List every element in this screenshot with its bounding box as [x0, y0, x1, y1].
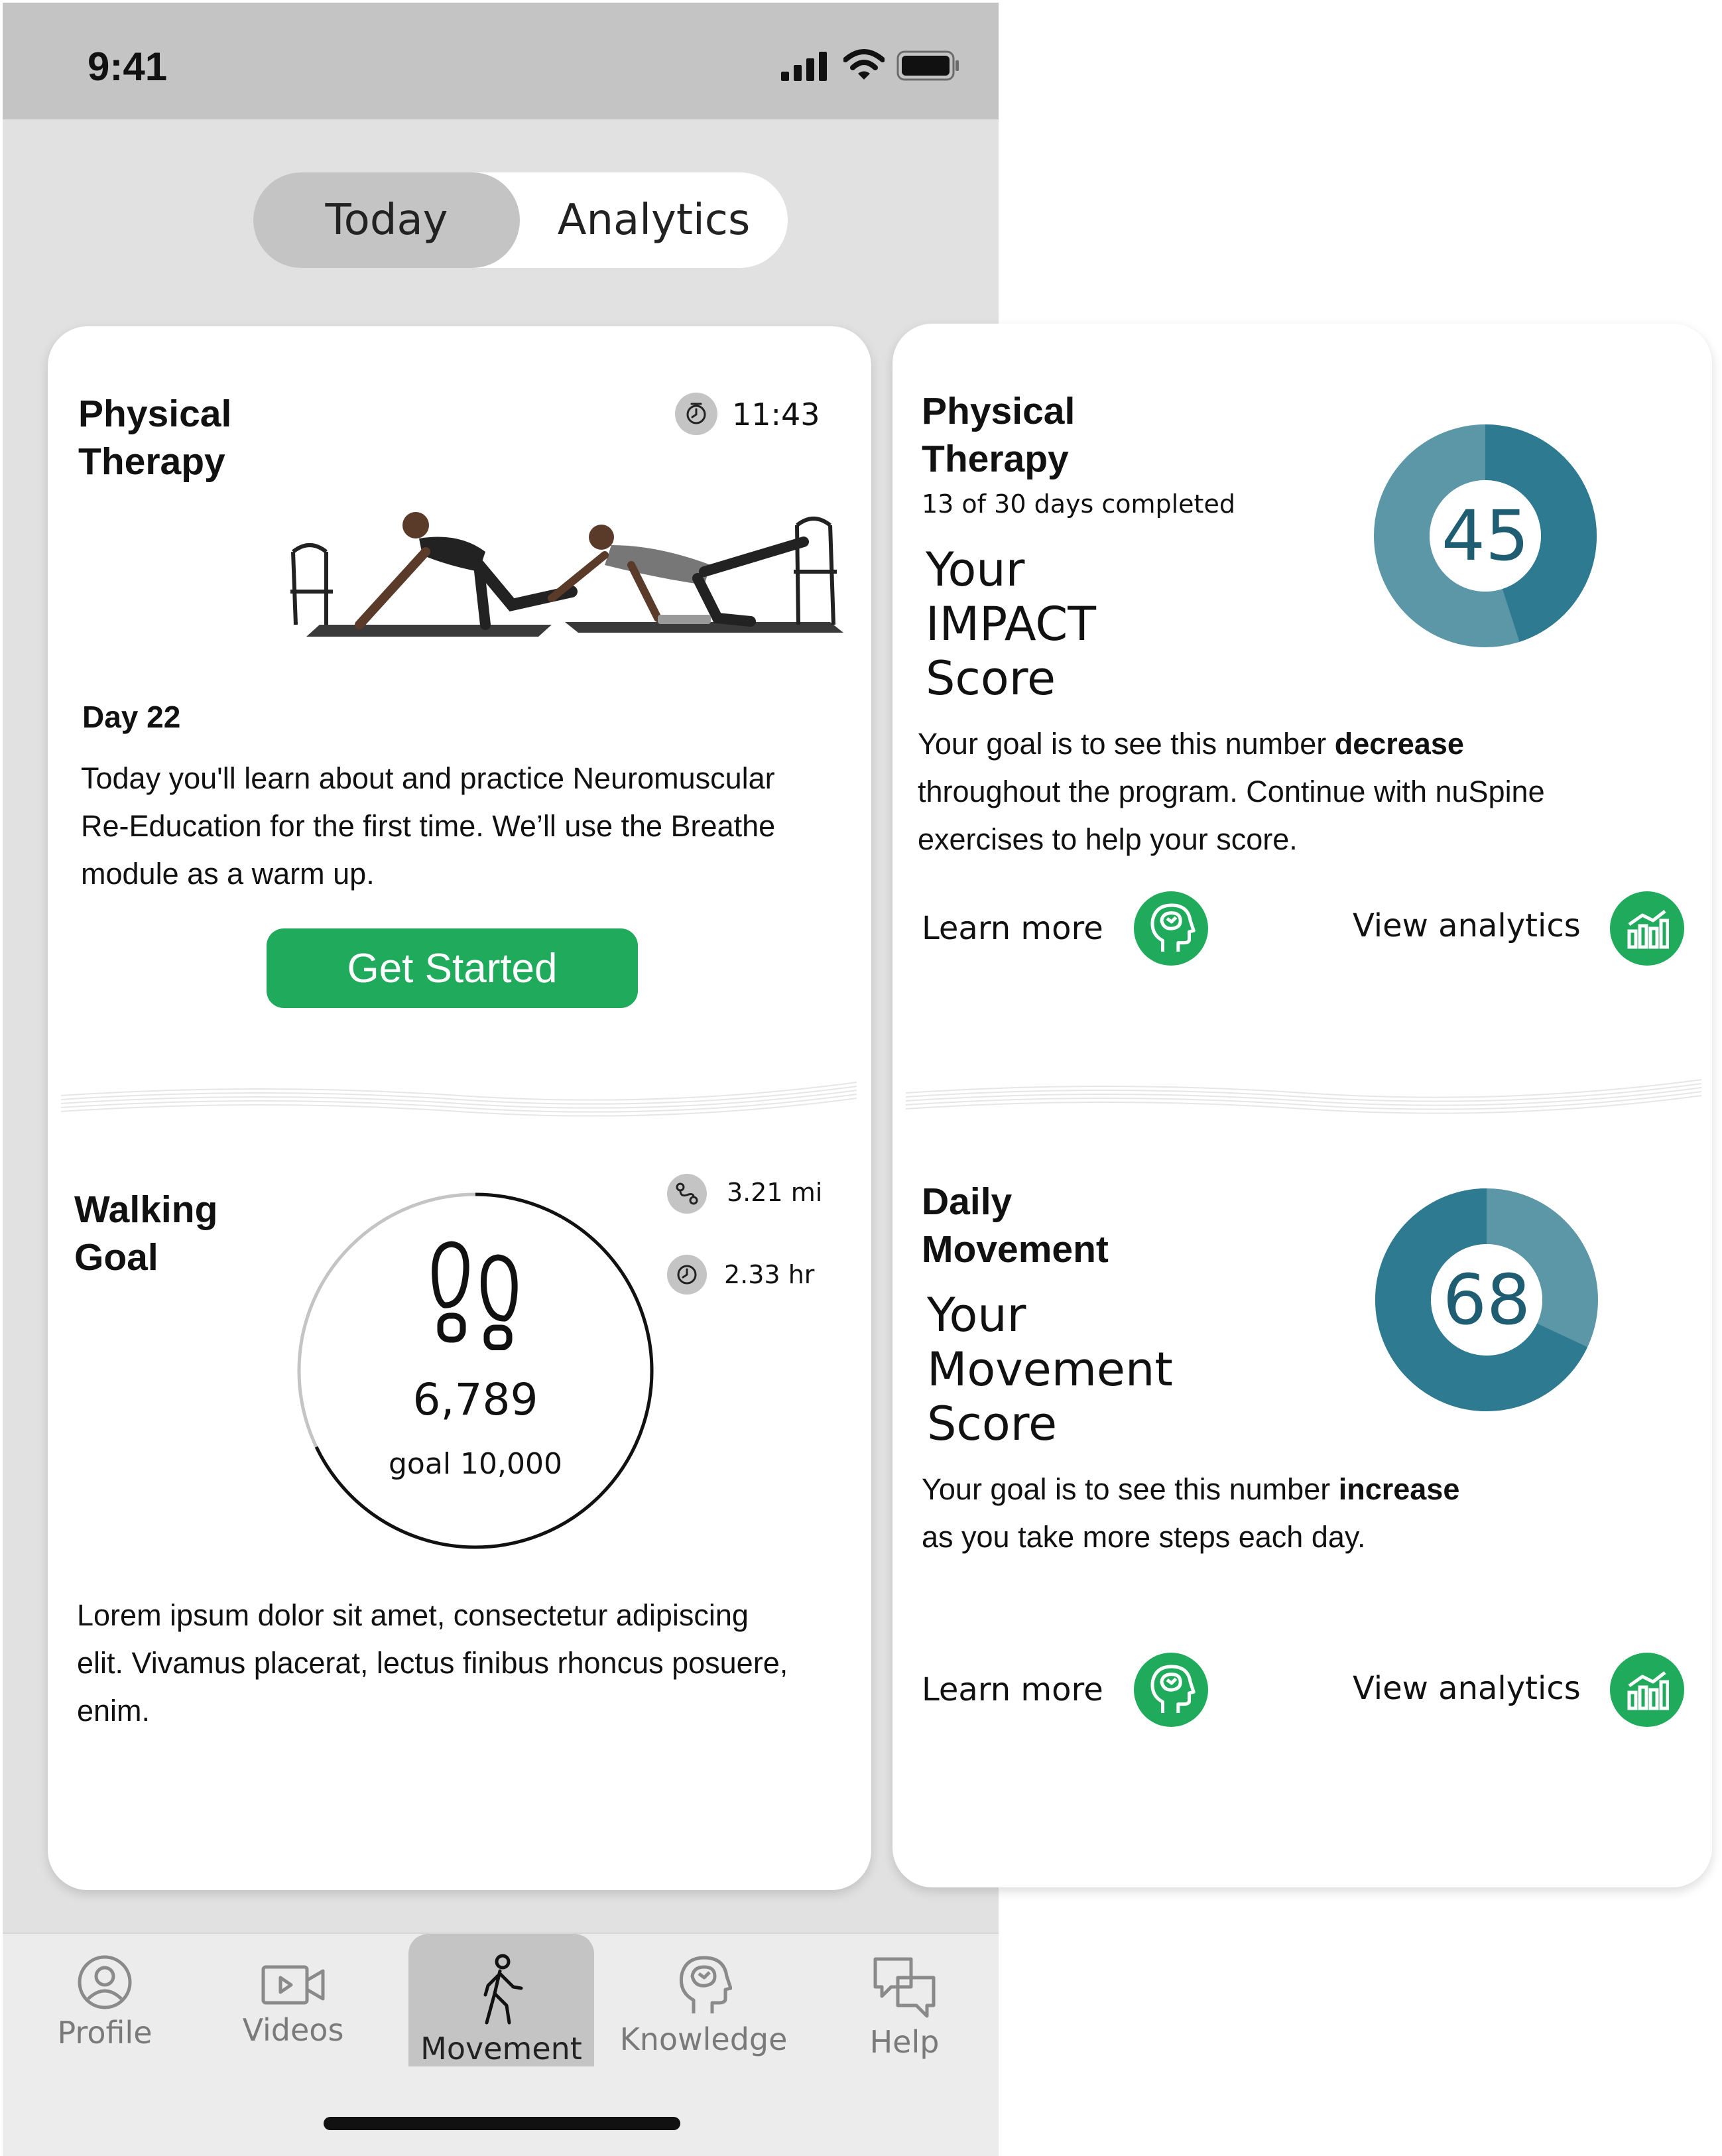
walking-title: Walking Goal — [74, 1186, 217, 1281]
impact-description-line3: exercises to help your score. — [918, 822, 1298, 856]
route-icon — [667, 1174, 707, 1214]
impact-learn-more-icon[interactable] — [1134, 891, 1208, 966]
impact-view-analytics-link[interactable]: View analytics — [1353, 907, 1581, 944]
day-label: Day 22 — [82, 700, 181, 734]
status-time: 9:41 — [88, 44, 168, 89]
tab-help[interactable]: Help — [825, 1934, 984, 2066]
movement-score-value: 68 — [1442, 1259, 1531, 1340]
analytics-card: Physical Therapy 13 of 30 days completed… — [892, 324, 1712, 1887]
today-card: Physical Therapy 11:43 Day 22 Today you'… — [48, 326, 871, 1890]
tab-videos-label: Videos — [242, 2012, 344, 2048]
impact-description-line1-text: Your goal is to see this number — [918, 727, 1335, 761]
movement-description: Your goal is to see this number increase… — [922, 1466, 1704, 1561]
tab-movement-label: Movement — [420, 2031, 582, 2066]
movement-description-line2: as you take more steps each day. — [922, 1520, 1366, 1554]
tab-analytics[interactable]: Analytics — [520, 172, 788, 268]
impact-description: Your goal is to see this number decrease… — [918, 720, 1700, 863]
wifi-icon — [843, 49, 885, 80]
movement-title-line2: Movement — [922, 1228, 1109, 1271]
signal-icon — [781, 52, 827, 81]
status-bar: 9:41 — [3, 3, 999, 119]
walking-distance: 3.21 mi — [727, 1178, 823, 1207]
tab-knowledge-label: Knowledge — [619, 2021, 788, 2057]
step-goal: goal 10,000 — [389, 1447, 562, 1481]
tab-profile-label: Profile — [57, 2015, 153, 2051]
impact-title-line2: Therapy — [922, 438, 1069, 480]
pt-description: Today you'll learn about and practice Ne… — [81, 755, 863, 898]
pt-title: Physical Therapy — [78, 390, 231, 485]
impact-description-line2: throughout the program. Continue with nu… — [918, 775, 1545, 808]
pt-title-line2: Therapy — [78, 440, 225, 483]
walking-duration: 2.33 hr — [724, 1260, 815, 1289]
walking-title-line1: Walking — [74, 1188, 218, 1231]
movement-description-line1-text: Your goal is to see this number — [922, 1472, 1339, 1506]
movement-description-line1: Your goal is to see this number increase — [922, 1466, 1704, 1513]
walking-description-line2: elit. Vivamus placerat, lectus finibus r… — [77, 1646, 788, 1680]
wave-divider — [61, 1082, 857, 1117]
days-completed: 13 of 30 days completed — [922, 489, 1235, 519]
movement-title: Daily Movement — [922, 1178, 1109, 1273]
movement-analytics-chart-icon[interactable] — [1610, 1653, 1684, 1727]
pt-description-line3: module as a warm up. — [81, 857, 375, 891]
movement-score-title-line2: Movement — [927, 1342, 1173, 1397]
impact-description-line1: Your goal is to see this number decrease — [918, 720, 1700, 768]
pt-title-line1: Physical — [78, 393, 232, 435]
tab-help-label: Help — [869, 2024, 940, 2060]
impact-score-title-line2: IMPACT — [926, 597, 1097, 651]
walking-person-icon — [483, 1954, 523, 2025]
tab-movement[interactable]: Movement — [408, 1934, 594, 2066]
battery-icon — [896, 50, 959, 81]
phone-screen: 9:41 Today Analytics Physical Therapy 11… — [3, 3, 999, 2156]
movement-learn-more-icon[interactable] — [1134, 1653, 1208, 1727]
brain-head-icon — [679, 1956, 732, 2013]
movement-learn-more-link[interactable]: Learn more — [922, 1671, 1103, 1708]
movement-score-title-line3: Score — [927, 1397, 1058, 1451]
timer-icon — [675, 393, 717, 435]
walking-title-line2: Goal — [74, 1236, 158, 1279]
step-count: 6,789 — [412, 1374, 538, 1425]
pt-description-line1: Today you'll learn about and practice Ne… — [81, 761, 775, 795]
view-segmented-control: Today Analytics — [253, 172, 788, 268]
exercise-illustration — [290, 512, 843, 637]
chat-bubbles-icon — [873, 1957, 936, 2018]
impact-title: Physical Therapy — [922, 387, 1075, 483]
tab-videos[interactable]: Videos — [214, 1934, 373, 2066]
movement-view-analytics-link[interactable]: View analytics — [1353, 1670, 1581, 1707]
walking-description: Lorem ipsum dolor sit amet, consectetur … — [77, 1592, 859, 1735]
impact-score-title-line1: Your — [926, 542, 1025, 597]
home-indicator — [324, 2117, 680, 2130]
impact-analytics-chart-icon[interactable] — [1610, 891, 1684, 966]
movement-score-title-line1: Your — [927, 1288, 1026, 1342]
impact-title-line1: Physical — [922, 390, 1076, 432]
tab-knowledge[interactable]: Knowledge — [607, 1934, 800, 2066]
impact-score-value: 45 — [1441, 495, 1530, 576]
tab-profile[interactable]: Profile — [25, 1934, 184, 2066]
footprints-icon — [432, 1241, 518, 1350]
movement-score-title: Your Movement Score — [927, 1288, 1173, 1451]
wave-divider — [906, 1079, 1701, 1114]
movement-title-line1: Daily — [922, 1180, 1013, 1223]
movement-description-keyword: increase — [1338, 1472, 1460, 1506]
video-camera-icon — [261, 1965, 325, 2005]
session-duration: 11:43 — [732, 397, 820, 432]
impact-score-title-line3: Score — [926, 651, 1056, 706]
impact-description-keyword: decrease — [1334, 727, 1464, 761]
impact-score-title: Your IMPACT Score — [926, 542, 1096, 706]
walking-description-line3: enim. — [77, 1694, 151, 1728]
profile-icon — [78, 1955, 132, 2009]
walking-description-line1: Lorem ipsum dolor sit amet, consectetur … — [77, 1598, 749, 1632]
get-started-button[interactable]: Get Started — [267, 928, 638, 1008]
tab-today[interactable]: Today — [253, 172, 520, 268]
impact-learn-more-link[interactable]: Learn more — [922, 910, 1103, 947]
clock-icon — [667, 1255, 707, 1295]
pt-description-line2: Re-Education for the first time. We’ll u… — [81, 809, 776, 843]
